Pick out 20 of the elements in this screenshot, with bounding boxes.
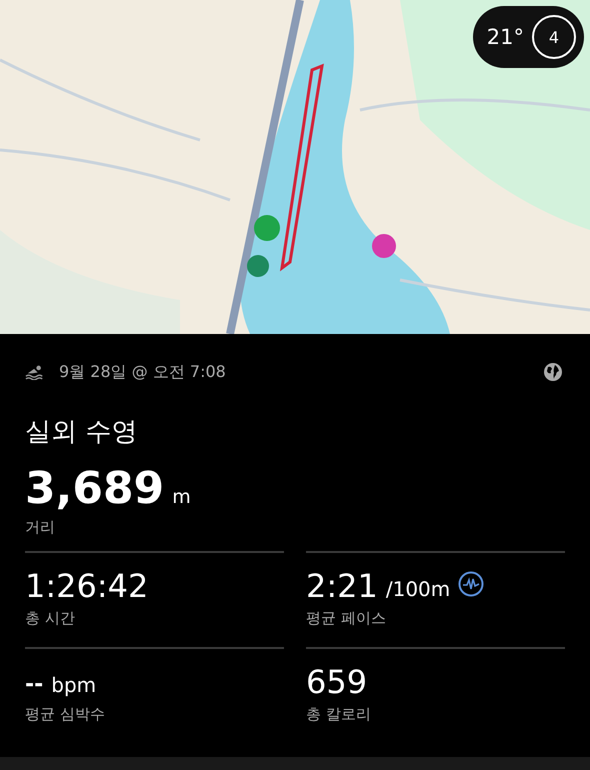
distance-label: 거리: [25, 518, 56, 537]
stat-label: 총 시간: [25, 609, 76, 628]
date-text: 9월 28일 @ 오전 7:08: [59, 362, 227, 382]
stat-value: 1:26:42: [25, 567, 148, 605]
activity-title: 실외 수영: [25, 416, 138, 449]
swimmer-icon: [25, 364, 45, 380]
stat-unit: /100m: [386, 577, 450, 601]
stat-label: 총 칼로리: [306, 705, 372, 724]
stat-label: 평균 페이스: [306, 609, 387, 628]
pulse-icon[interactable]: [458, 571, 484, 597]
stat-unit: bpm: [51, 673, 96, 697]
stat-value: --: [25, 672, 44, 697]
distance-unit: m: [172, 486, 191, 508]
wind-dial: 4: [532, 15, 576, 59]
stat-value: 659: [306, 663, 368, 701]
stat-value: 2:21: [306, 567, 378, 605]
stat-label: 평균 심박수: [25, 705, 106, 724]
distance-value: 3,689: [25, 463, 164, 514]
temperature-text: 21°: [486, 25, 524, 49]
globe-icon[interactable]: [543, 362, 563, 382]
